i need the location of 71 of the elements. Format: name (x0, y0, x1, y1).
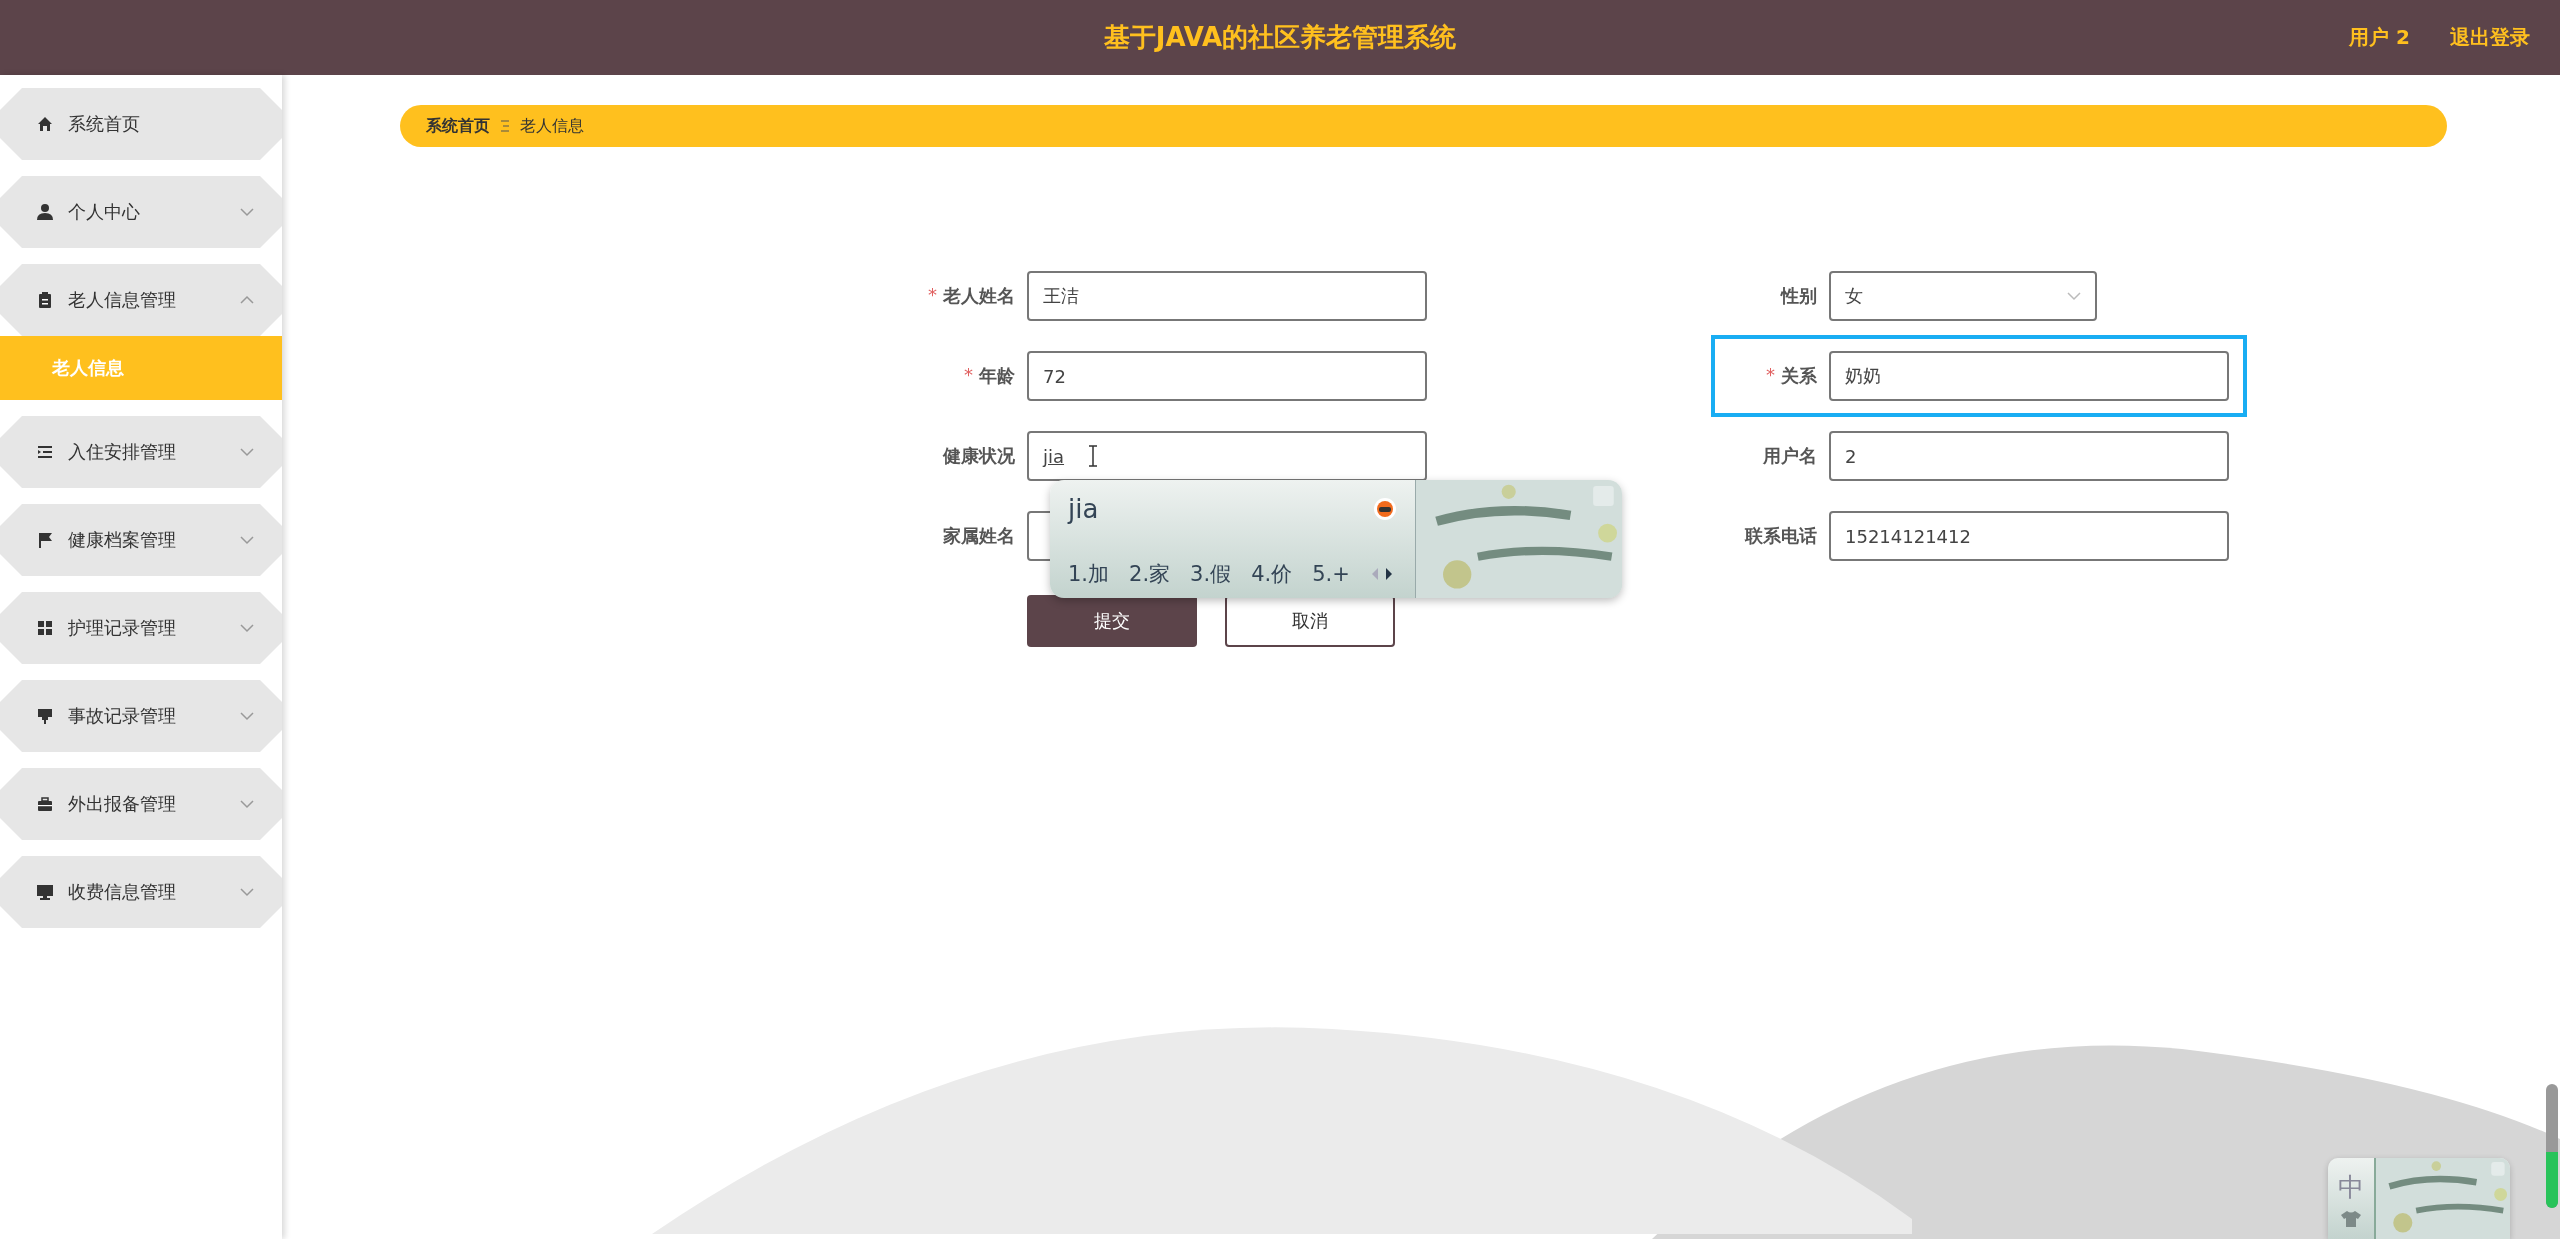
grid-icon (36, 619, 54, 637)
input-field[interactable]: 72 (1027, 351, 1427, 401)
input-field[interactable]: 王洁 (1027, 271, 1427, 321)
select-field[interactable]: 女 (1829, 271, 2097, 321)
chevron-down-icon (240, 447, 254, 457)
field-label: 性别 (1781, 284, 1817, 308)
sidebar-label: 健康档案管理 (68, 528, 177, 552)
sidebar-label: 老人信息管理 (68, 288, 177, 312)
chevron-up-icon (240, 295, 254, 305)
flag-icon (36, 531, 54, 549)
sidebar-label: 护理记录管理 (68, 616, 177, 640)
ime-candidate[interactable]: 4.价 (1251, 560, 1293, 588)
input-field[interactable]: 奶奶 (1829, 351, 2229, 401)
required-mark: * (964, 364, 973, 387)
required-mark: * (928, 284, 937, 307)
monitor-icon (36, 883, 54, 901)
sidebar-item[interactable]: 外出报备管理 (0, 768, 282, 840)
chevron-down-icon (240, 623, 254, 633)
required-mark: * (1766, 364, 1775, 387)
sidebar-label: 外出报备管理 (68, 792, 177, 816)
chevron-down-icon (240, 535, 254, 545)
chevron-down-icon (240, 207, 254, 217)
separator-icon (500, 120, 510, 132)
sidebar-item[interactable]: 健康档案管理 (0, 504, 282, 576)
breadcrumb-link[interactable]: 系统首页 (426, 115, 490, 137)
field-label: 联系电话 (1745, 524, 1817, 548)
briefcase-icon (36, 795, 54, 813)
mascot-icon (1373, 497, 1397, 521)
field-label: 老人姓名 (943, 284, 1015, 308)
sidebar-label: 个人中心 (68, 200, 141, 224)
sidebar-item[interactable]: 护理记录管理 (0, 592, 282, 664)
chevron-down-icon (240, 887, 254, 897)
sign-icon (36, 707, 54, 725)
cancel-button[interactable]: 取消 (1225, 595, 1395, 647)
sidebar-item[interactable]: 事故记录管理 (0, 680, 282, 752)
composition-text: jia (1043, 445, 1065, 467)
shirt-icon[interactable] (2341, 1211, 2361, 1227)
ime-candidate[interactable]: 5.+ (1312, 562, 1350, 586)
logout-link[interactable]: 退出登录 (2450, 24, 2530, 51)
field-label: 用户名 (1763, 444, 1817, 468)
user-link[interactable]: 用户 2 (2349, 24, 2410, 51)
app-title: 基于JAVA的社区养老管理系统 (1103, 21, 1457, 54)
field-label: 健康状况 (943, 444, 1015, 468)
input-field[interactable]: 2 (1829, 431, 2229, 481)
ime-candidate[interactable]: 2.家 (1129, 560, 1171, 588)
person-icon (36, 203, 54, 221)
chevron-down-icon (2067, 291, 2081, 301)
sidebar-label: 事故记录管理 (68, 704, 177, 728)
field-label: 家属姓名 (943, 524, 1015, 548)
sidebar-item[interactable]: 个人中心 (0, 176, 282, 248)
ime-candidate[interactable]: 3.假 (1190, 560, 1232, 588)
ime-candidate[interactable]: 1.加 (1068, 560, 1110, 588)
submit-button[interactable]: 提交 (1027, 595, 1197, 647)
field-label: 关系 (1781, 364, 1817, 388)
breadcrumb-current: 老人信息 (520, 115, 584, 137)
sidebar-label: 收费信息管理 (68, 880, 177, 904)
text-cursor-icon (1088, 445, 1099, 467)
home-icon (36, 115, 54, 133)
ime-composition: jia (1068, 494, 1099, 524)
sidebar-item[interactable]: 老人信息管理 (0, 264, 282, 336)
chevron-down-icon (240, 799, 254, 809)
sidebar-item[interactable]: 系统首页 (0, 88, 282, 160)
input-field[interactable]: 15214121412 (1829, 511, 2229, 561)
sidebar-label: 系统首页 (68, 112, 141, 136)
clipboard-icon (36, 291, 54, 309)
sidebar-item[interactable]: 入住安排管理 (0, 416, 282, 488)
sidebar-label: 入住安排管理 (68, 440, 177, 464)
list-icon (36, 443, 54, 461)
field-label: 年龄 (979, 364, 1015, 388)
sidebar-item[interactable]: 收费信息管理 (0, 856, 282, 928)
chevron-down-icon (240, 711, 254, 721)
